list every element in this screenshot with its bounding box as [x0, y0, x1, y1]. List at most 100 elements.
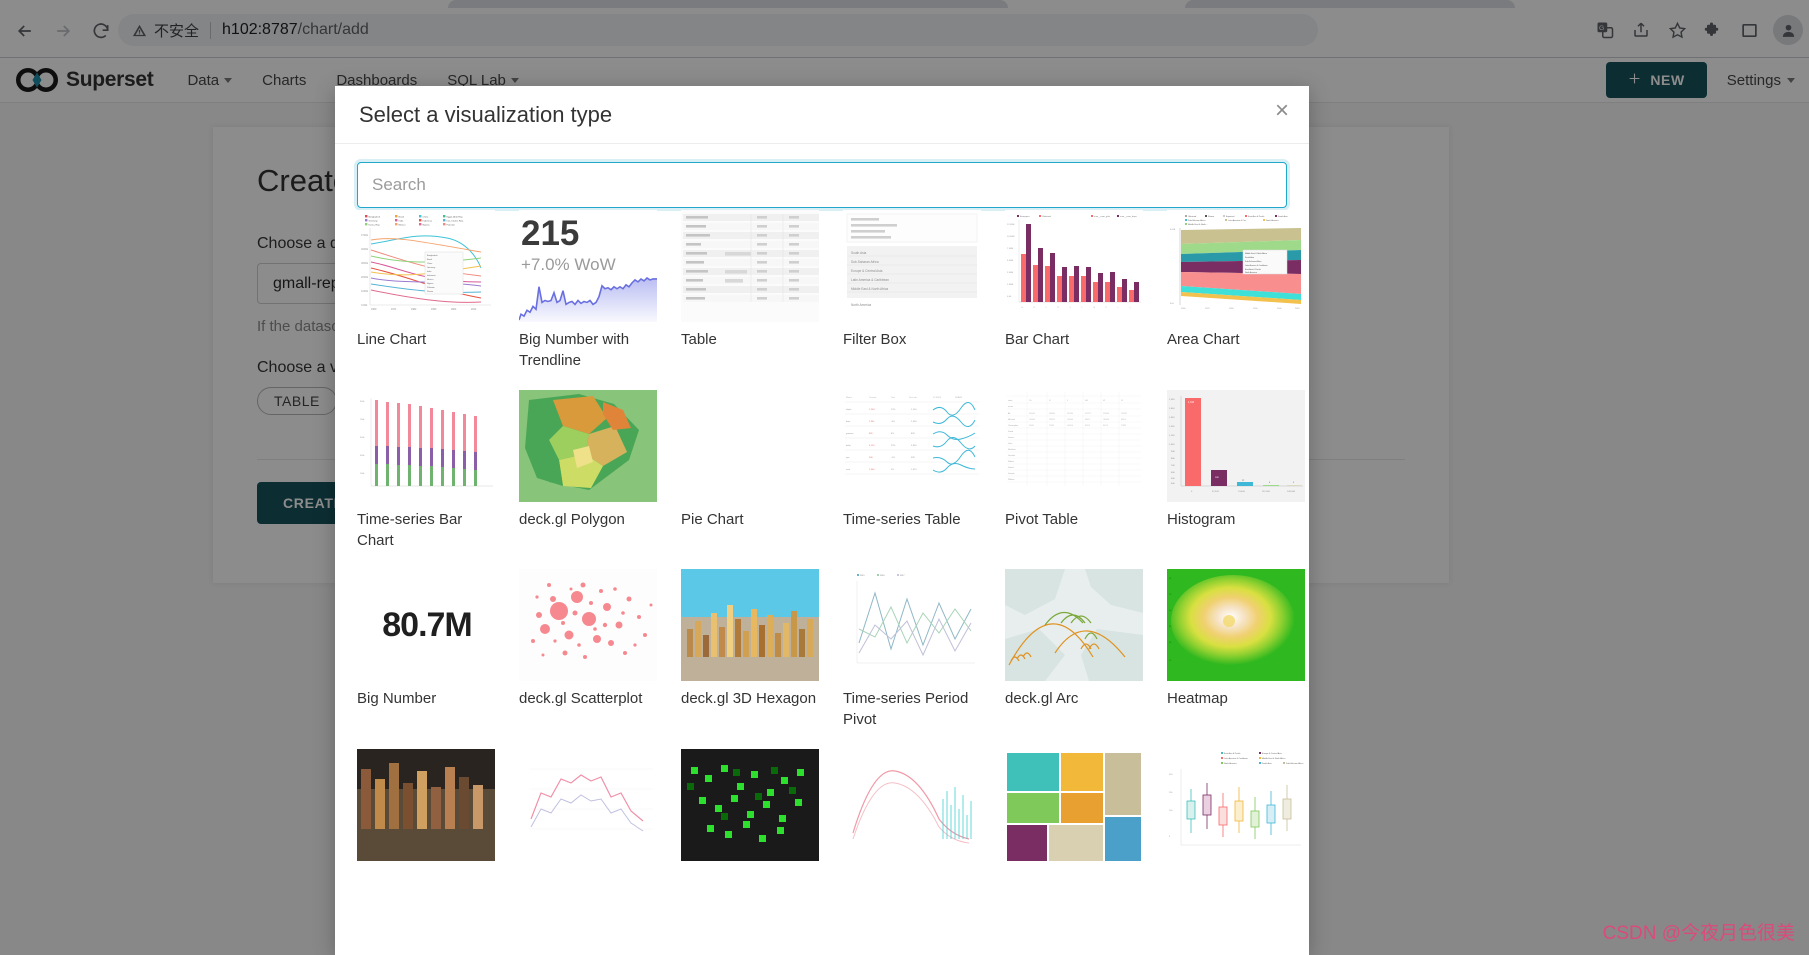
svg-text:1,313: 1,313	[1188, 401, 1195, 404]
svg-text:7.50M: 7.50M	[1007, 248, 1013, 250]
viz-card-line-chart[interactable]: 4700k 4000k 3000k 2000k 1000k 0.00k 1960 197…	[357, 210, 495, 386]
svg-text:1,540: 1,540	[869, 469, 875, 471]
viz-card-histogram[interactable]: 1,500 1,400 1,300 1,200 1,100 1,000 900 800 70…	[1167, 389, 1305, 566]
svg-text:900k: 900k	[360, 401, 364, 403]
viz-card-row-four-d[interactable]	[843, 748, 981, 875]
svg-text:Europe & Central Asia: Europe & Central Asia	[1262, 752, 1283, 755]
svg-text:5.00M: 5.00M	[1007, 260, 1013, 262]
viz-label: Bar Chart	[1005, 331, 1070, 348]
viz-card-bar-chart[interactable]: Emergent Obtained sum__num_girls sum__nu…	[1005, 210, 1143, 386]
svg-text:Middle East & North Africa: Middle East & North Africa	[851, 287, 888, 291]
viz-card-time-series-period-pivot[interactable]: 2015 2016 2017 Time-series Period Pivot	[843, 569, 981, 745]
viz-card-row-four-e[interactable]	[1005, 748, 1143, 875]
viz-card-pie-chart[interactable]: Pie Chart	[681, 389, 819, 566]
viz-card-row-four-a[interactable]	[357, 748, 495, 875]
svg-text:Sub-Saharan Africa: Sub-Saharan Africa	[1245, 260, 1262, 263]
viz-card-time-series-table[interactable]: Metric Current %of Prev wk 52 WKS SPARK 1,23…	[843, 389, 981, 566]
viz-card-pivot-table[interactable]: state name All Michael Christopher David Jam…	[1005, 389, 1143, 566]
svg-text:97883: 97883	[1121, 425, 1126, 427]
svg-text:Metric: Metric	[846, 396, 853, 399]
svg-text:1971: 1971	[391, 308, 397, 311]
svg-text:1,200: 1,200	[1169, 426, 1175, 428]
filter-box-thumb: South Asia Sub-Saharan Africa Europe & C…	[843, 210, 981, 322]
svg-text:North America: North America	[851, 303, 871, 307]
svg-text:267802: 267802	[1121, 413, 1127, 415]
search-input[interactable]	[357, 162, 1287, 208]
svg-text:300k: 300k	[360, 455, 364, 457]
viz-card-heatmap[interactable]: 90 70 50 30 20 10 Heatmap	[1167, 569, 1305, 745]
svg-text:0.00k: 0.00k	[361, 303, 368, 307]
svg-text:East Asia & Pacific: East Asia & Pacific	[1245, 268, 1261, 271]
viz-card-time-series-bar-chart[interactable]: 900k 700k 500k 300k 100k Time-series Bar…	[357, 389, 495, 566]
viz-card-big-number[interactable]: 80.7M Big Number	[357, 569, 495, 745]
row-four-d-thumb	[843, 748, 981, 861]
time-series-table-thumb: Metric Current %of Prev wk 52 WKS SPARK 1,23…	[843, 389, 981, 502]
svg-text:84176: 84176	[1103, 425, 1108, 427]
viz-card-deckgl-scatterplot[interactable]: deck.gl Scatterplot	[519, 569, 657, 745]
svg-text:1000k: 1000k	[361, 289, 369, 293]
big-number-value: 215	[521, 214, 580, 253]
viz-card-big-number-with-trendline[interactable]: 215 +7.0% WoW Big Number with Trendline	[519, 210, 657, 386]
viz-card-table[interactable]: Table	[681, 210, 819, 386]
svg-text:Robert: Robert	[1008, 460, 1014, 463]
svg-text:12.50M: 12.50M	[1007, 224, 1014, 226]
svg-text:397460: 397460	[1067, 413, 1073, 415]
svg-text:Expected: Expected	[1226, 215, 1234, 218]
viz-card-deckgl-arc[interactable]: deck.gl Arc	[1005, 569, 1143, 745]
viz-label: deck.gl 3D Hexagon	[681, 690, 817, 708]
viz-card-row-four-f[interactable]: East Asia & Pacific Europe & Central Asi…	[1167, 748, 1305, 875]
svg-text:Latin America & Caribbean: Latin America & Caribbean	[1245, 264, 1268, 267]
viz-card-filter-box[interactable]: South Asia Sub-Saharan Africa Europe & C…	[843, 210, 981, 386]
svg-text:North America: North America	[1266, 219, 1280, 222]
svg-text:326408: 326408	[1103, 413, 1109, 415]
svg-text:2000k: 2000k	[361, 275, 369, 279]
viz-label: Pivot Table	[1005, 510, 1079, 528]
svg-text:Pakistan: Pakistan	[427, 286, 435, 289]
svg-text:Brazil: Brazil	[399, 215, 405, 218]
svg-text:Michael: Michael	[1008, 419, 1015, 421]
viz-label: Big Number	[357, 690, 437, 708]
svg-text:-4%: -4%	[891, 421, 895, 423]
svg-text:3000k: 3000k	[361, 261, 369, 265]
viz-card-deckgl-polygon[interactable]: deck.gl Polygon	[519, 389, 657, 566]
row-four-f-thumb: East Asia & Pacific Europe & Central Asi…	[1167, 748, 1305, 861]
svg-text:37,343: 37,343	[1212, 491, 1219, 493]
search-field-wrapper	[335, 144, 1309, 208]
svg-text:SPARK: SPARK	[955, 396, 963, 399]
svg-text:Middle East & North...: Middle East & North...	[1188, 223, 1208, 226]
svg-text:2,341: 2,341	[869, 421, 875, 423]
svg-text:India: India	[399, 220, 405, 222]
viz-label: Filter Box	[843, 331, 907, 348]
svg-text:89519: 89519	[1085, 425, 1090, 427]
svg-text:Brazil: Brazil	[427, 259, 433, 261]
viz-label: Area Chart	[1167, 331, 1240, 348]
svg-text:South Asia: South Asia	[1278, 215, 1288, 218]
svg-text:4,120: 4,120	[869, 445, 875, 447]
watermark: CSDN @今夜月色很美	[1602, 923, 1795, 944]
svg-text:Latin America & Car.: Latin America & Car.	[1228, 219, 1247, 222]
svg-text:William: William	[1008, 479, 1015, 481]
svg-text:Pakistan: Pakistan	[447, 223, 456, 226]
svg-text:100k: 100k	[360, 473, 364, 475]
viz-card-row-four-b[interactable]	[519, 748, 657, 875]
svg-text:52 WKS: 52 WKS	[933, 397, 942, 399]
svg-text:South Asia: South Asia	[851, 251, 866, 255]
viz-card-row-four-c[interactable]	[681, 748, 819, 875]
line-chart-thumb: 4700k 4000k 3000k 2000k 1000k 0.00k 1960 197…	[357, 210, 495, 322]
deckgl-arc-thumb	[1005, 569, 1143, 682]
modal-header: Select a visualization type ×	[335, 86, 1309, 144]
big-number-trendline-thumb: 215 +7.0% WoW	[519, 210, 657, 322]
svg-text:1,470: 1,470	[911, 469, 917, 471]
big-number-value: 80.7M	[382, 606, 472, 645]
viz-label: Time-series Bar Chart	[357, 510, 463, 549]
pie-chart-thumb	[681, 389, 819, 502]
svg-text:IL: IL	[1067, 400, 1069, 402]
svg-text:South Asia: South Asia	[1262, 762, 1272, 765]
svg-text:David: David	[1008, 431, 1013, 433]
svg-text:2004: 2004	[451, 308, 457, 311]
svg-text:10.00M: 10.00M	[1007, 236, 1014, 238]
svg-text:994000: 994000	[1029, 413, 1035, 415]
viz-card-area-chart[interactable]: Obtained Shown Expected East Asia & Paci…	[1167, 210, 1305, 386]
close-icon[interactable]: ×	[1275, 99, 1289, 123]
viz-card-deckgl-3d-hexagon[interactable]: deck.gl 3D Hexagon	[681, 569, 819, 745]
